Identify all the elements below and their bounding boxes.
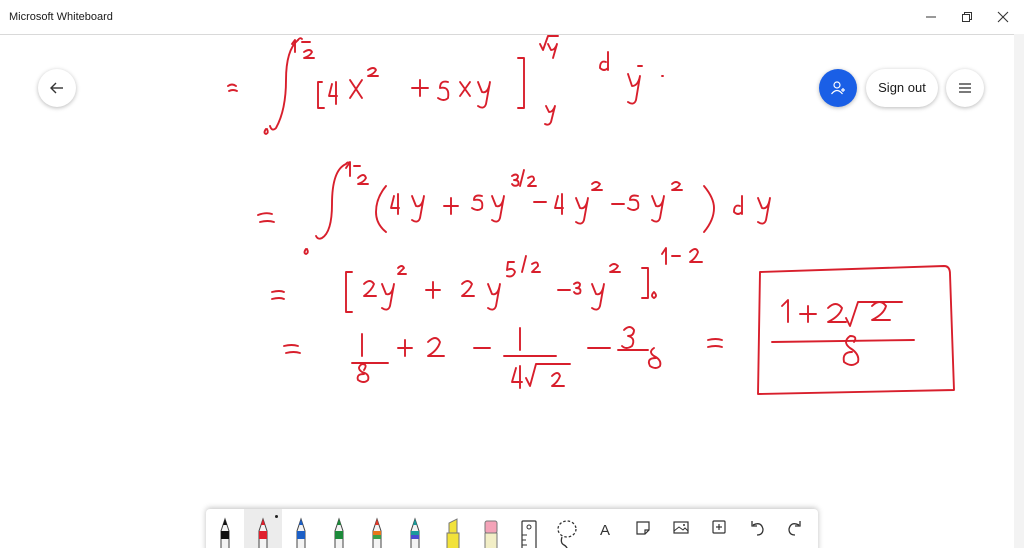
ruler-tool[interactable] (510, 509, 548, 548)
whiteboard-window: Microsoft Whiteboard Sign out A (0, 0, 1024, 548)
rainbow-pen-tool[interactable] (358, 509, 396, 548)
pen-icon (296, 517, 306, 548)
menu-button[interactable] (946, 69, 984, 107)
arrow-left-icon (50, 82, 63, 94)
whiteboard-canvas[interactable] (0, 34, 1014, 548)
pen-icon (334, 517, 344, 548)
note-icon (636, 521, 650, 535)
restore-button[interactable] (948, 0, 986, 34)
sticky-note-tool[interactable] (624, 509, 662, 548)
ink-line-1 (227, 35, 664, 135)
invite-button[interactable] (819, 69, 857, 107)
add-tool[interactable] (700, 509, 738, 548)
undo-icon (751, 521, 764, 536)
green-pen-tool[interactable] (320, 509, 358, 548)
pen-icon (410, 517, 420, 548)
blue-pen-tool[interactable] (282, 509, 320, 548)
text-icon: A (600, 522, 610, 539)
active-indicator (275, 515, 278, 518)
vertical-scrollbar[interactable] (1014, 34, 1024, 548)
sign-out-button[interactable]: Sign out (866, 69, 938, 107)
restore-icon (962, 12, 972, 22)
title-bar: Microsoft Whiteboard (0, 0, 1024, 35)
highlighter-tool[interactable] (434, 509, 472, 548)
red-pen-tool[interactable] (244, 509, 282, 548)
text-tool[interactable]: A (586, 509, 624, 548)
pen-icon (372, 517, 382, 548)
ink-line-2 (257, 161, 771, 255)
minimize-icon (926, 16, 936, 18)
add-person-icon (831, 81, 845, 95)
image-icon (673, 521, 689, 534)
svg-text:A: A (600, 522, 610, 539)
pen-icon (220, 517, 230, 548)
eraser-icon (484, 520, 498, 548)
ink-line-4 (283, 326, 723, 389)
eraser-tool[interactable] (472, 509, 510, 548)
black-pen-tool[interactable] (206, 509, 244, 548)
galaxy-pen-tool[interactable] (396, 509, 434, 548)
ruler-icon (521, 520, 537, 548)
close-icon (997, 11, 1009, 23)
redo-button[interactable] (776, 509, 814, 548)
highlighter-icon (446, 518, 460, 548)
boxed-answer (757, 265, 955, 395)
lasso-icon (557, 520, 577, 548)
inking-toolbar: A (206, 509, 818, 548)
lasso-select-tool[interactable] (548, 509, 586, 548)
window-title: Microsoft Whiteboard (9, 11, 113, 23)
minimize-button[interactable] (912, 0, 950, 34)
close-button[interactable] (984, 0, 1022, 34)
plus-box-icon (712, 520, 726, 534)
image-tool[interactable] (662, 509, 700, 548)
ink-line-3 (271, 247, 703, 313)
redo-icon (788, 521, 801, 536)
undo-button[interactable] (738, 509, 776, 548)
hamburger-menu-icon (959, 83, 971, 93)
back-button[interactable] (38, 69, 76, 107)
